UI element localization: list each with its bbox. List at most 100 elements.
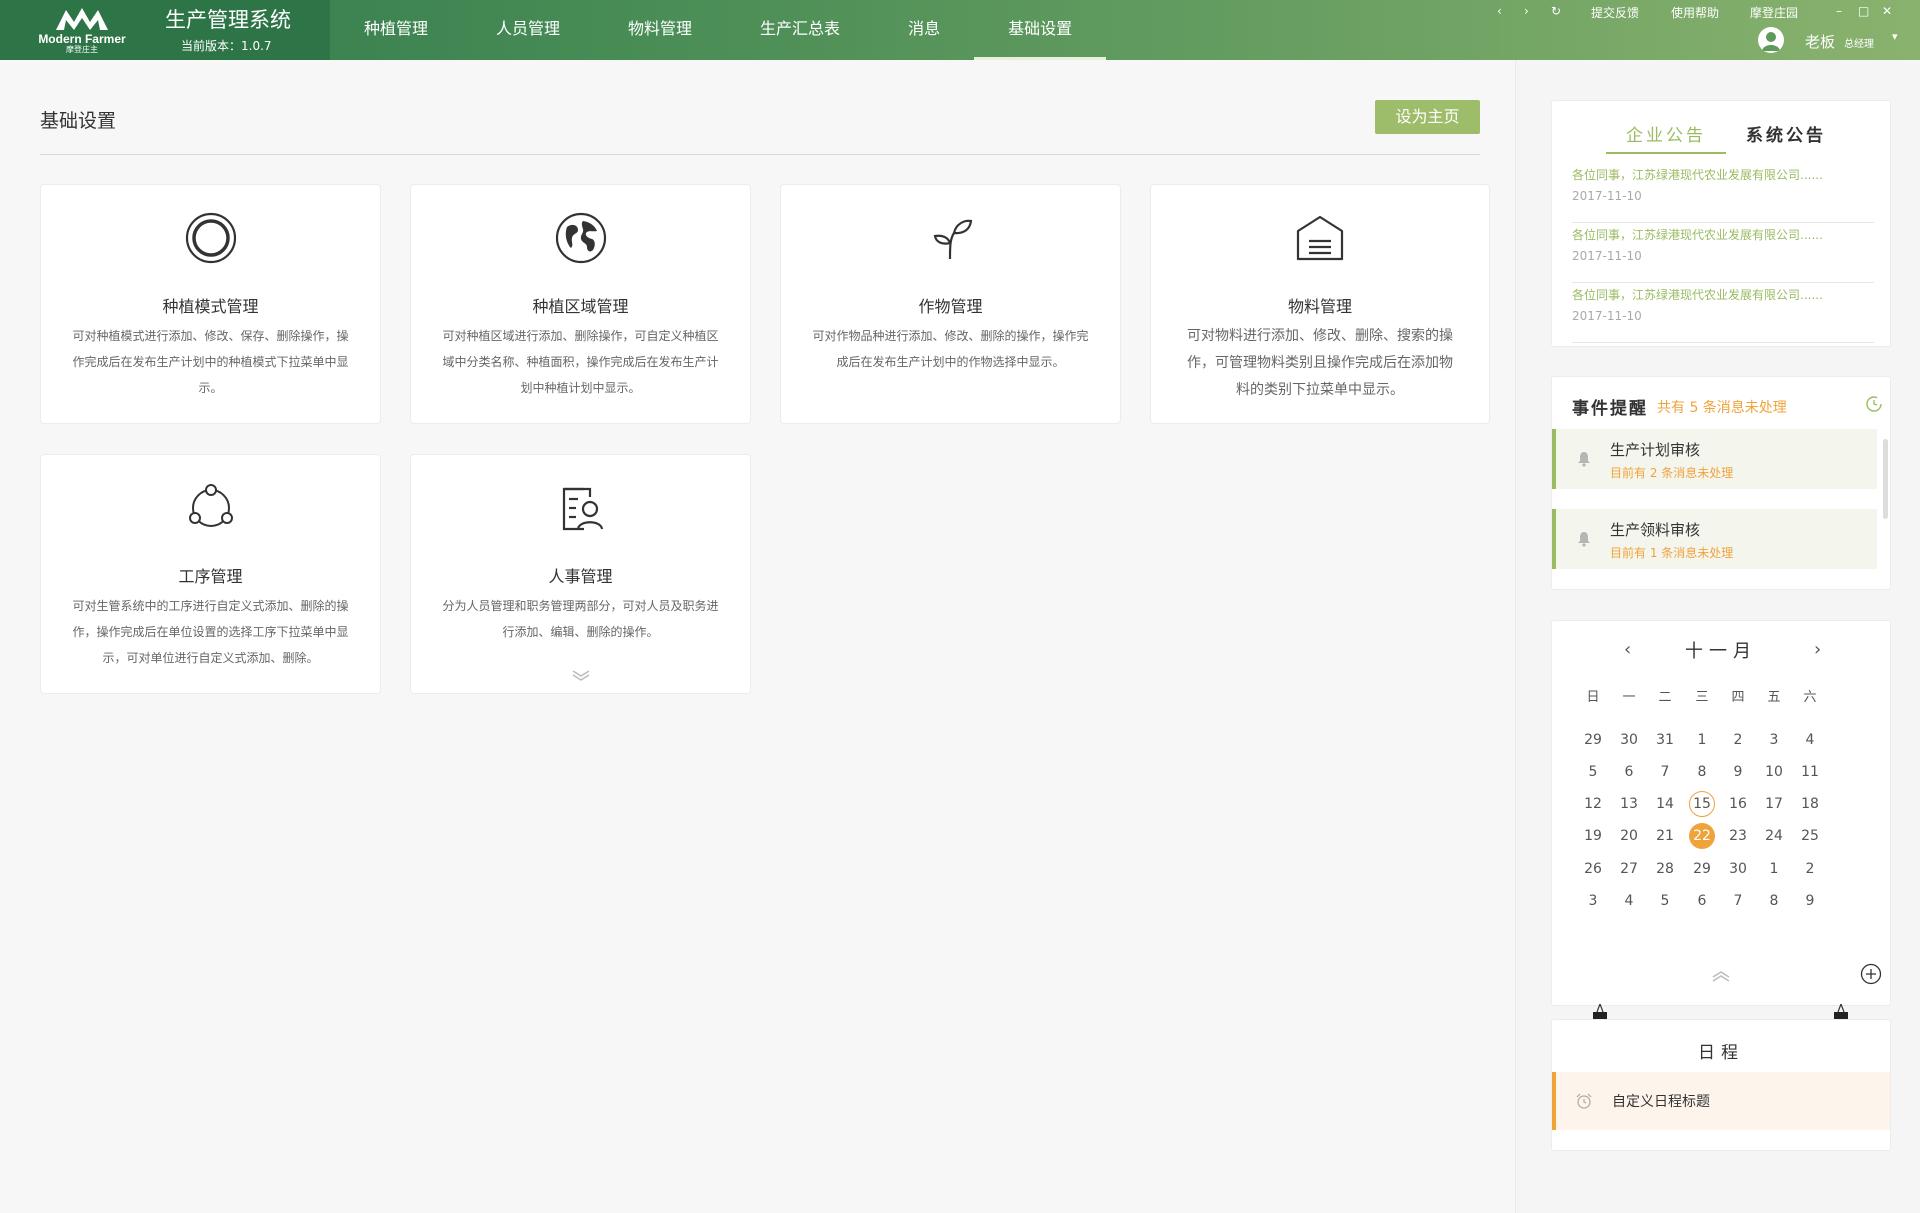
chevron-right-icon[interactable]: ›: [1814, 639, 1821, 660]
schedule-item[interactable]: 自定义日程标题: [1552, 1072, 1890, 1130]
calendar-day[interactable]: 27: [1614, 855, 1644, 883]
card-planting-area[interactable]: 种植区域管理 可对种植区域进行添加、删除操作，可自定义种植区域中分类名称、种植面…: [410, 184, 751, 424]
nav-item-personnel[interactable]: 人员管理: [462, 0, 594, 60]
calendar-day[interactable]: 3: [1578, 887, 1608, 915]
event-item-plan-review[interactable]: 生产计划审核 目前有 2 条消息未处理: [1552, 429, 1877, 489]
refresh-icon[interactable]: ↻: [1551, 4, 1561, 18]
refresh-icon[interactable]: [1865, 395, 1883, 413]
user-avatar-icon: [1762, 32, 1780, 51]
calendar-day[interactable]: 1: [1687, 726, 1717, 754]
user-role: 总经理: [1844, 39, 1874, 50]
event-item-title: 生产计划审核: [1610, 441, 1701, 459]
calendar-day[interactable]: 30: [1614, 726, 1644, 754]
set-home-button[interactable]: 设为主页: [1375, 100, 1480, 134]
tab-system-announcement[interactable]: 系统公告: [1726, 121, 1846, 154]
calendar-day[interactable]: 29: [1687, 855, 1717, 883]
announcement-item[interactable]: 各位同事，江苏绿港现代农业发展有限公司...... 2017-11-10: [1572, 165, 1874, 223]
calendar-day[interactable]: 4: [1614, 887, 1644, 915]
calendar-day[interactable]: 23: [1723, 822, 1753, 850]
back-icon[interactable]: ‹: [1497, 4, 1502, 18]
card-title: 作物管理: [918, 297, 983, 316]
calendar-day[interactable]: 2: [1795, 855, 1825, 883]
calendar-day[interactable]: 25: [1795, 822, 1825, 850]
calendar-weekday: 日: [1586, 690, 1600, 705]
card-description: 可对物料进行添加、修改、删除、搜索的操作，可管理物料类别且操作完成后在添加物料的…: [1187, 328, 1453, 398]
calendar-day[interactable]: 29: [1578, 726, 1608, 754]
forward-icon[interactable]: ›: [1524, 4, 1529, 18]
calendar-day[interactable]: 8: [1687, 758, 1717, 786]
logo-text-cn: 摩登庄主: [66, 45, 98, 54]
calendar-day[interactable]: 22: [1689, 823, 1715, 849]
card-materials[interactable]: 物料管理 可对物料进行添加、修改、删除、搜索的操作，可管理物料类别且操作完成后在…: [1150, 184, 1490, 424]
event-item-material-review[interactable]: 生产领料审核 目前有 1 条消息未处理: [1552, 509, 1877, 569]
calendar-day[interactable]: 31: [1650, 726, 1680, 754]
help-link[interactable]: 使用帮助: [1671, 4, 1719, 21]
card-description: 可对作物品种进行添加、修改、删除的操作，操作完成后在发布生产计划中的作物选择中显…: [812, 329, 1089, 369]
calendar-day[interactable]: 24: [1759, 822, 1789, 850]
estate-link[interactable]: 摩登庄园: [1750, 4, 1798, 21]
right-panel: 企业公告 系统公告 各位同事，江苏绿港现代农业发展有限公司...... 2017…: [1515, 60, 1920, 1213]
calendar-day[interactable]: 5: [1578, 758, 1608, 786]
calendar-panel: ‹ 十一月 › 日一二三四五六 29 30 31 1 2 3 4 5 6 7 8 9 10 11 12 13 1…: [1551, 620, 1891, 1006]
announcement-text: 各位同事，江苏绿港现代农业发展有限公司......: [1572, 168, 1823, 182]
nav-item-summary[interactable]: 生产汇总表: [726, 0, 874, 60]
calendar-day[interactable]: 7: [1723, 887, 1753, 915]
binder-clip-icon: [1832, 1002, 1850, 1020]
calendar-day[interactable]: 16: [1723, 790, 1753, 818]
calendar-day[interactable]: 4: [1795, 726, 1825, 754]
collapse-chevron-icon[interactable]: [1552, 971, 1890, 987]
calendar-day[interactable]: 26: [1578, 855, 1608, 883]
maximize-icon[interactable]: □: [1858, 4, 1869, 18]
calendar-day[interactable]: 18: [1795, 790, 1825, 818]
calendar-day[interactable]: 19: [1578, 822, 1608, 850]
process-cycle-icon: [41, 481, 380, 535]
calendar-day[interactable]: 17: [1759, 790, 1789, 818]
calendar-day[interactable]: 30: [1723, 855, 1753, 883]
calendar-day[interactable]: 21: [1650, 822, 1680, 850]
card-process[interactable]: 工序管理 可对生管系统中的工序进行自定义式添加、删除的操作，操作完成后在单位设置…: [40, 454, 381, 694]
announcement-tabs: 企业公告 系统公告: [1606, 121, 1846, 154]
calendar-day[interactable]: 28: [1650, 855, 1680, 883]
calendar-day[interactable]: 10: [1759, 758, 1789, 786]
calendar-day[interactable]: 5: [1650, 887, 1680, 915]
calendar-day[interactable]: 15: [1689, 791, 1715, 817]
announcement-item[interactable]: 各位同事，江苏绿港现代农业发展有限公司...... 2017-11-10: [1572, 285, 1874, 343]
avatar[interactable]: [1758, 27, 1784, 53]
calendar-day[interactable]: 9: [1795, 887, 1825, 915]
close-icon[interactable]: ✕: [1882, 4, 1892, 18]
calendar-day[interactable]: 6: [1687, 887, 1717, 915]
calendar-day[interactable]: 2: [1723, 726, 1753, 754]
card-title: 工序管理: [178, 567, 243, 586]
chevron-down-icon[interactable]: ▾: [1892, 30, 1898, 43]
feedback-link[interactable]: 提交反馈: [1591, 4, 1639, 21]
calendar-day[interactable]: 14: [1650, 790, 1680, 818]
calendar-day[interactable]: 11: [1795, 758, 1825, 786]
tab-company-announcement[interactable]: 企业公告: [1606, 121, 1726, 154]
nav-item-materials[interactable]: 物料管理: [594, 0, 726, 60]
announcement-date: 2017-11-10: [1572, 189, 1642, 203]
event-scrollbar[interactable]: [1883, 439, 1888, 519]
expand-chevron-icon[interactable]: [411, 669, 750, 685]
minimize-icon[interactable]: –: [1836, 4, 1842, 18]
main-content: 基础设置 设为主页 种植模式管理 可对种植模式进行添加、修改、保存、删除操作，操…: [0, 60, 1515, 1213]
calendar-day[interactable]: 20: [1614, 822, 1644, 850]
personnel-icon: [411, 481, 750, 535]
announcement-item[interactable]: 各位同事，江苏绿港现代农业发展有限公司...... 2017-11-10: [1572, 225, 1874, 283]
add-schedule-icon[interactable]: [1860, 963, 1882, 985]
card-personnel[interactable]: 人事管理 分为人员管理和职务管理两部分，可对人员及职务进行添加、编辑、删除的操作…: [410, 454, 751, 694]
card-crop[interactable]: 作物管理 可对作物品种进行添加、修改、删除的操作，操作完成后在发布生产计划中的作…: [780, 184, 1121, 424]
event-title: 事件提醒: [1572, 399, 1648, 419]
nav-item-planting[interactable]: 种植管理: [330, 0, 462, 60]
calendar-day[interactable]: 1: [1759, 855, 1789, 883]
calendar-day[interactable]: 3: [1759, 726, 1789, 754]
calendar-day[interactable]: 9: [1723, 758, 1753, 786]
calendar-day[interactable]: 6: [1614, 758, 1644, 786]
card-planting-mode[interactable]: 种植模式管理 可对种植模式进行添加、修改、保存、删除操作，操作完成后在发布生产计…: [40, 184, 381, 424]
calendar-day[interactable]: 7: [1650, 758, 1680, 786]
nav-item-messages[interactable]: 消息: [874, 0, 974, 60]
calendar-day[interactable]: 8: [1759, 887, 1789, 915]
calendar-day[interactable]: 12: [1578, 790, 1608, 818]
calendar-day[interactable]: 13: [1614, 790, 1644, 818]
system-version: 当前版本：1.0.7: [181, 39, 272, 53]
nav-item-basic-settings[interactable]: 基础设置: [974, 0, 1107, 60]
